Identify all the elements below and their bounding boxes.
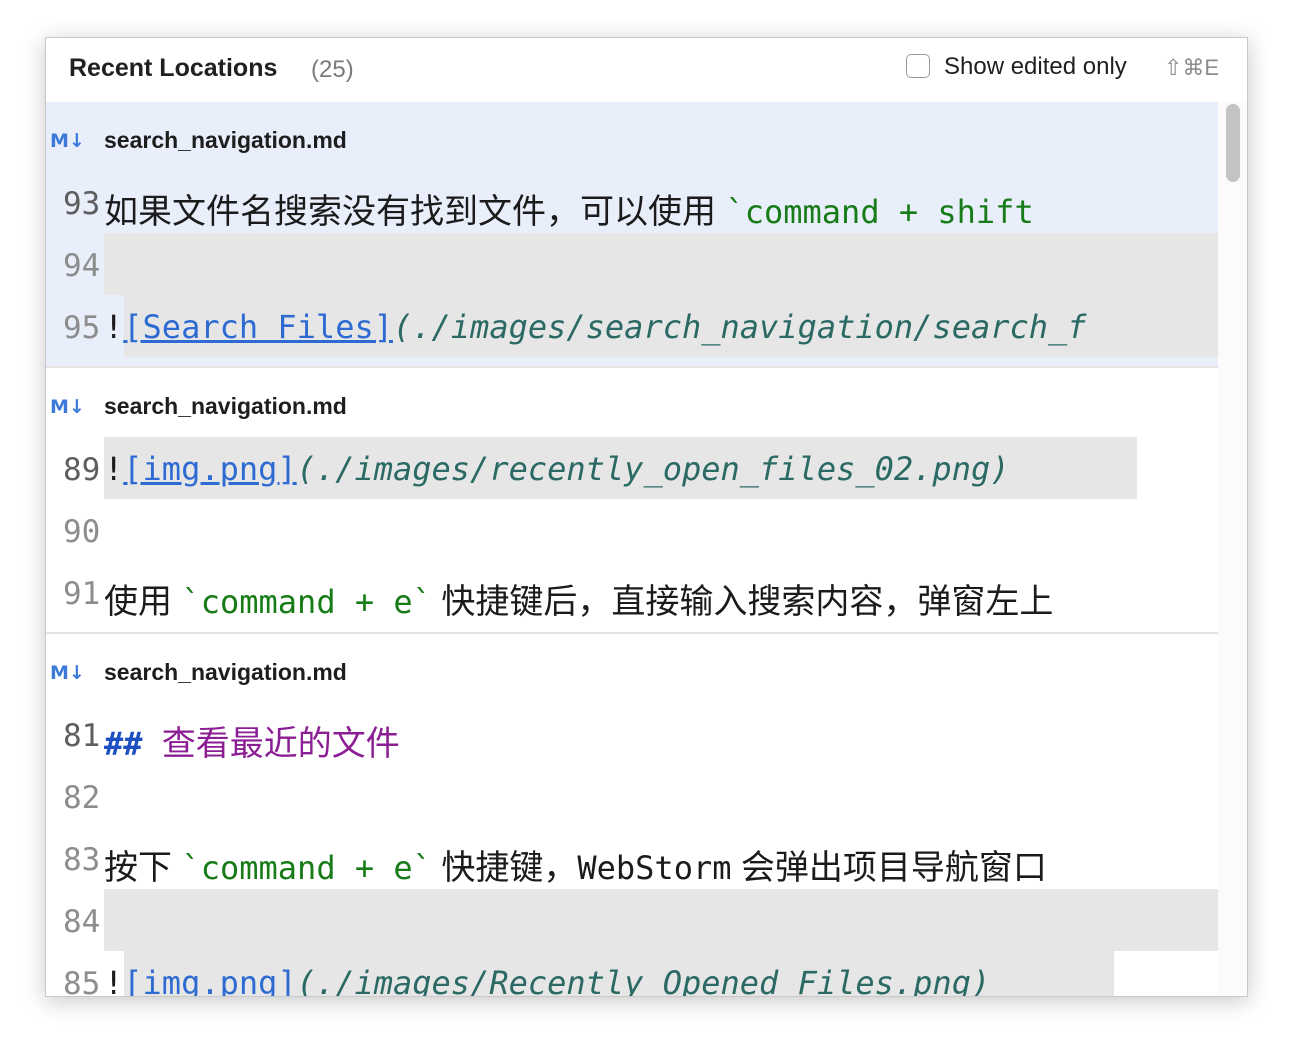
text-segment: 使用 — [104, 583, 182, 621]
show-edited-only-checkbox[interactable] — [906, 54, 930, 78]
link-path: (./images/Recently_Opened_Files.png) — [296, 964, 991, 996]
text-segment: 按下 — [104, 849, 182, 887]
text-segment: ! — [104, 964, 124, 996]
inline-code: `command + e` — [181, 849, 432, 887]
link-text: [img.png] — [123, 964, 297, 996]
text-segment: ! — [104, 450, 124, 488]
location-group[interactable]: M↓ search_navigation.md 89 ![img.png](./… — [46, 368, 1218, 634]
show-edited-only-label[interactable]: Show edited only — [944, 53, 1127, 81]
code-line: 91 使用 `command + e` 快捷键后，直接输入搜索内容，弹窗左上 — [46, 562, 1218, 624]
line-number: 84 — [63, 904, 101, 940]
line-number: 89 — [63, 452, 101, 488]
code-line: 89 ![img.png](./images/recently_open_fil… — [46, 438, 1218, 500]
link-text: [img.png] — [123, 450, 297, 488]
scrollbar-track[interactable] — [1218, 102, 1247, 996]
file-name: search_navigation.md — [104, 127, 347, 153]
text-segment: ! — [104, 308, 124, 346]
line-number: 93 — [63, 186, 101, 222]
link-path: (./images/search_navigation/search_f — [392, 308, 1087, 346]
shortcut-hint: ⇧⌘E — [1164, 55, 1220, 80]
code-line: 82 — [46, 766, 1218, 828]
line-content: ![img.png](./images/Recently_Opened_File… — [104, 964, 990, 996]
markdown-icon: M↓ — [50, 130, 85, 152]
link-path: (./images/recently_open_files_02.png) — [296, 450, 1010, 488]
location-group[interactable]: M↓ search_navigation.md 81 ## 查看最近的文件 82… — [46, 634, 1218, 996]
text-segment: 会弹出项目导航窗口 — [731, 849, 1047, 887]
locations-list[interactable]: M↓ search_navigation.md 93 如果文件名搜索没有找到文件… — [46, 102, 1218, 996]
location-count: (25) — [311, 56, 354, 83]
line-number: 81 — [63, 718, 101, 754]
file-name: search_navigation.md — [104, 659, 347, 685]
line-content: 如果文件名搜索没有找到文件，可以使用 `command + shift — [104, 184, 1034, 233]
location-group[interactable]: M↓ search_navigation.md 93 如果文件名搜索没有找到文件… — [46, 102, 1218, 368]
line-content: ## 查看最近的文件 — [104, 716, 400, 765]
line-number: 91 — [63, 576, 101, 612]
recent-locations-popup: Recent Locations (25) Show edited only ⇧… — [45, 37, 1248, 997]
line-number: 85 — [63, 966, 101, 996]
code-line: 94 — [46, 234, 1218, 296]
popup-title: Recent Locations — [69, 54, 278, 82]
code-line: 90 — [46, 500, 1218, 562]
text-segment: 快捷键后，直接输入搜索内容，弹窗左上 — [431, 583, 1054, 621]
code-tick: ` — [725, 193, 745, 231]
heading-text: 查看最近的文件 — [161, 725, 400, 763]
line-number: 82 — [63, 780, 101, 816]
line-content: 使用 `command + e` 快捷键后，直接输入搜索内容，弹窗左上 — [104, 574, 1053, 623]
line-number: 95 — [63, 310, 101, 346]
code-line: 95 ![Search Files](./images/search_navig… — [46, 296, 1218, 358]
inline-code: command + shift — [744, 193, 1034, 231]
line-content: ![Search Files](./images/search_navigati… — [104, 308, 1087, 346]
code-line: 85 ![img.png](./images/Recently_Opened_F… — [46, 952, 1218, 996]
text-segment: 如果文件名搜索没有找到文件，可以使用 — [104, 193, 726, 231]
line-number: 90 — [63, 514, 101, 550]
inline-code: `command + e` — [181, 583, 432, 621]
popup-header: Recent Locations (25) Show edited only ⇧… — [46, 38, 1247, 102]
markdown-icon: M↓ — [50, 662, 85, 684]
file-name: search_navigation.md — [104, 393, 347, 419]
line-content: 按下 `command + e` 快捷键，WebStorm 会弹出项目导航窗口 — [104, 840, 1047, 889]
line-content: ![img.png](./images/recently_open_files_… — [104, 450, 1009, 488]
code-line: 81 ## 查看最近的文件 — [46, 704, 1218, 766]
code-line: 84 — [46, 890, 1218, 952]
code-line: 93 如果文件名搜索没有找到文件，可以使用 `command + shift — [46, 172, 1218, 234]
text-segment: WebStorm — [577, 849, 732, 887]
line-number: 83 — [63, 842, 101, 878]
markdown-icon: M↓ — [50, 396, 85, 418]
link-text: [Search Files] — [123, 308, 393, 346]
text-segment: 快捷键， — [431, 849, 578, 887]
line-number: 94 — [63, 248, 101, 284]
code-line: 83 按下 `command + e` 快捷键，WebStorm 会弹出项目导航… — [46, 828, 1218, 890]
heading-marker: ## — [104, 725, 162, 763]
scrollbar-thumb[interactable] — [1226, 104, 1240, 182]
